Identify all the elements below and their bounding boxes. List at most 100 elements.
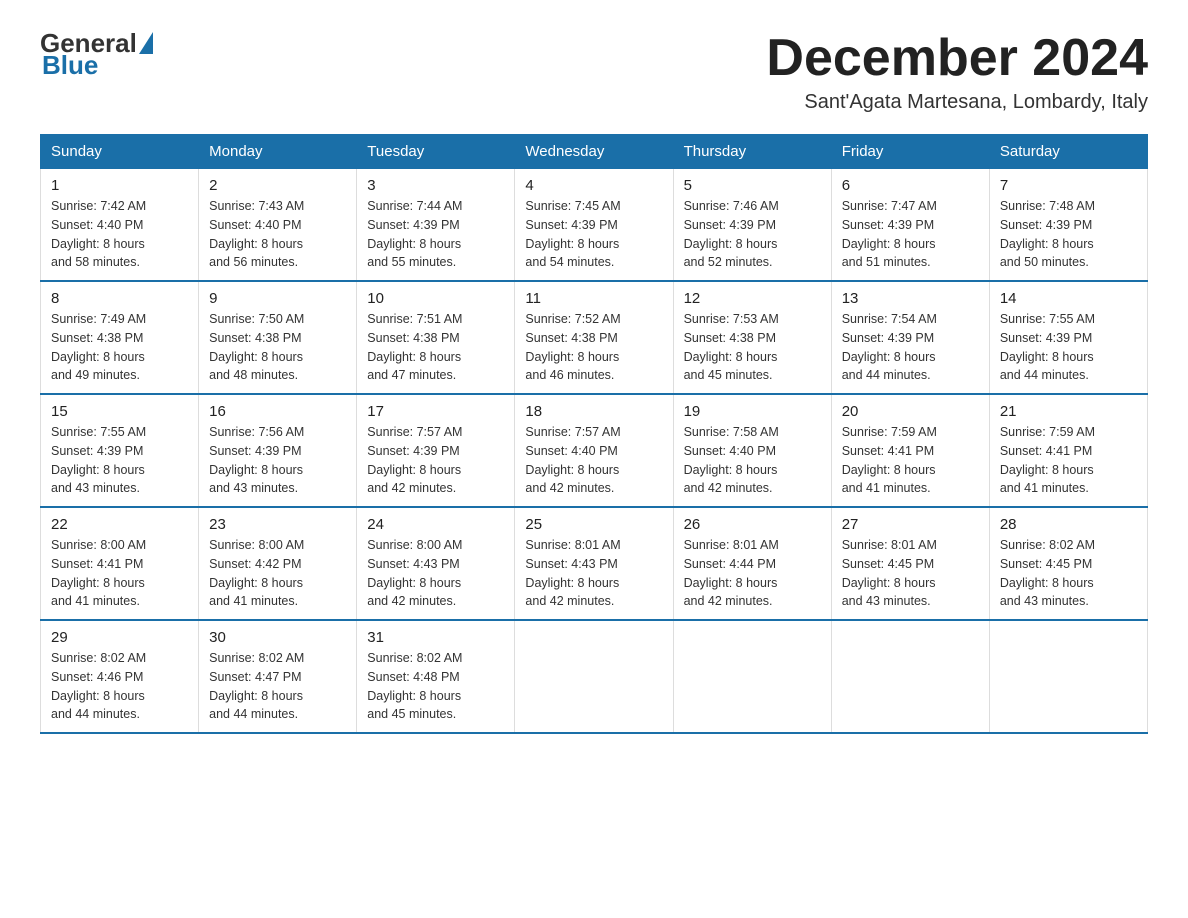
day-number: 2 xyxy=(209,177,346,194)
day-info: Sunrise: 7:49 AM Sunset: 4:38 PM Dayligh… xyxy=(51,310,188,385)
day-number: 8 xyxy=(51,290,188,307)
calendar-week-5: 29 Sunrise: 8:02 AM Sunset: 4:46 PM Dayl… xyxy=(41,620,1148,733)
day-number: 10 xyxy=(367,290,504,307)
day-info: Sunrise: 7:43 AM Sunset: 4:40 PM Dayligh… xyxy=(209,197,346,272)
day-number: 28 xyxy=(1000,516,1137,533)
day-number: 6 xyxy=(842,177,979,194)
day-number: 5 xyxy=(684,177,821,194)
day-number: 25 xyxy=(525,516,662,533)
header-friday: Friday xyxy=(831,135,989,169)
calendar-cell-w3-d5: 20 Sunrise: 7:59 AM Sunset: 4:41 PM Dayl… xyxy=(831,394,989,507)
day-info: Sunrise: 7:47 AM Sunset: 4:39 PM Dayligh… xyxy=(842,197,979,272)
day-number: 31 xyxy=(367,629,504,646)
day-info: Sunrise: 8:02 AM Sunset: 4:46 PM Dayligh… xyxy=(51,649,188,724)
calendar-header-row: Sunday Monday Tuesday Wednesday Thursday… xyxy=(41,135,1148,169)
day-info: Sunrise: 8:01 AM Sunset: 4:45 PM Dayligh… xyxy=(842,536,979,611)
day-number: 27 xyxy=(842,516,979,533)
day-info: Sunrise: 8:00 AM Sunset: 4:43 PM Dayligh… xyxy=(367,536,504,611)
calendar-cell-w4-d6: 28 Sunrise: 8:02 AM Sunset: 4:45 PM Dayl… xyxy=(989,507,1147,620)
header-thursday: Thursday xyxy=(673,135,831,169)
day-info: Sunrise: 7:59 AM Sunset: 4:41 PM Dayligh… xyxy=(1000,423,1137,498)
header-saturday: Saturday xyxy=(989,135,1147,169)
calendar-cell-w4-d4: 26 Sunrise: 8:01 AM Sunset: 4:44 PM Dayl… xyxy=(673,507,831,620)
logo-triangle-icon xyxy=(139,32,153,54)
calendar-cell-w5-d5 xyxy=(831,620,989,733)
day-number: 4 xyxy=(525,177,662,194)
calendar-cell-w3-d4: 19 Sunrise: 7:58 AM Sunset: 4:40 PM Dayl… xyxy=(673,394,831,507)
day-number: 12 xyxy=(684,290,821,307)
calendar-cell-w2-d1: 9 Sunrise: 7:50 AM Sunset: 4:38 PM Dayli… xyxy=(199,281,357,394)
day-number: 14 xyxy=(1000,290,1137,307)
day-number: 23 xyxy=(209,516,346,533)
day-number: 22 xyxy=(51,516,188,533)
calendar-cell-w1-d0: 1 Sunrise: 7:42 AM Sunset: 4:40 PM Dayli… xyxy=(41,169,199,282)
day-info: Sunrise: 7:54 AM Sunset: 4:39 PM Dayligh… xyxy=(842,310,979,385)
page-header: General Blue December 2024 Sant'Agata Ma… xyxy=(40,30,1148,114)
calendar-cell-w5-d6 xyxy=(989,620,1147,733)
logo-blue-text: Blue xyxy=(42,52,98,78)
day-number: 7 xyxy=(1000,177,1137,194)
title-section: December 2024 Sant'Agata Martesana, Lomb… xyxy=(766,30,1148,114)
day-info: Sunrise: 8:02 AM Sunset: 4:45 PM Dayligh… xyxy=(1000,536,1137,611)
calendar-cell-w5-d0: 29 Sunrise: 8:02 AM Sunset: 4:46 PM Dayl… xyxy=(41,620,199,733)
day-number: 9 xyxy=(209,290,346,307)
day-number: 3 xyxy=(367,177,504,194)
day-number: 16 xyxy=(209,403,346,420)
calendar-cell-w1-d6: 7 Sunrise: 7:48 AM Sunset: 4:39 PM Dayli… xyxy=(989,169,1147,282)
day-number: 26 xyxy=(684,516,821,533)
calendar-week-1: 1 Sunrise: 7:42 AM Sunset: 4:40 PM Dayli… xyxy=(41,169,1148,282)
day-number: 20 xyxy=(842,403,979,420)
day-number: 19 xyxy=(684,403,821,420)
day-number: 15 xyxy=(51,403,188,420)
calendar-week-4: 22 Sunrise: 8:00 AM Sunset: 4:41 PM Dayl… xyxy=(41,507,1148,620)
calendar-cell-w4-d1: 23 Sunrise: 8:00 AM Sunset: 4:42 PM Dayl… xyxy=(199,507,357,620)
calendar-cell-w3-d0: 15 Sunrise: 7:55 AM Sunset: 4:39 PM Dayl… xyxy=(41,394,199,507)
day-info: Sunrise: 7:51 AM Sunset: 4:38 PM Dayligh… xyxy=(367,310,504,385)
day-info: Sunrise: 7:55 AM Sunset: 4:39 PM Dayligh… xyxy=(51,423,188,498)
day-info: Sunrise: 8:02 AM Sunset: 4:48 PM Dayligh… xyxy=(367,649,504,724)
day-info: Sunrise: 7:57 AM Sunset: 4:39 PM Dayligh… xyxy=(367,423,504,498)
header-wednesday: Wednesday xyxy=(515,135,673,169)
day-info: Sunrise: 7:50 AM Sunset: 4:38 PM Dayligh… xyxy=(209,310,346,385)
day-info: Sunrise: 7:48 AM Sunset: 4:39 PM Dayligh… xyxy=(1000,197,1137,272)
month-year-title: December 2024 xyxy=(766,30,1148,87)
calendar-cell-w1-d2: 3 Sunrise: 7:44 AM Sunset: 4:39 PM Dayli… xyxy=(357,169,515,282)
day-number: 24 xyxy=(367,516,504,533)
day-info: Sunrise: 7:57 AM Sunset: 4:40 PM Dayligh… xyxy=(525,423,662,498)
calendar-cell-w4-d3: 25 Sunrise: 8:01 AM Sunset: 4:43 PM Dayl… xyxy=(515,507,673,620)
day-info: Sunrise: 7:42 AM Sunset: 4:40 PM Dayligh… xyxy=(51,197,188,272)
day-info: Sunrise: 7:46 AM Sunset: 4:39 PM Dayligh… xyxy=(684,197,821,272)
day-info: Sunrise: 7:53 AM Sunset: 4:38 PM Dayligh… xyxy=(684,310,821,385)
day-info: Sunrise: 7:58 AM Sunset: 4:40 PM Dayligh… xyxy=(684,423,821,498)
calendar-cell-w4-d0: 22 Sunrise: 8:00 AM Sunset: 4:41 PM Dayl… xyxy=(41,507,199,620)
calendar-cell-w1-d5: 6 Sunrise: 7:47 AM Sunset: 4:39 PM Dayli… xyxy=(831,169,989,282)
calendar-cell-w5-d1: 30 Sunrise: 8:02 AM Sunset: 4:47 PM Dayl… xyxy=(199,620,357,733)
day-number: 1 xyxy=(51,177,188,194)
calendar-cell-w5-d3 xyxy=(515,620,673,733)
calendar-cell-w3-d6: 21 Sunrise: 7:59 AM Sunset: 4:41 PM Dayl… xyxy=(989,394,1147,507)
day-info: Sunrise: 7:55 AM Sunset: 4:39 PM Dayligh… xyxy=(1000,310,1137,385)
header-sunday: Sunday xyxy=(41,135,199,169)
day-number: 18 xyxy=(525,403,662,420)
calendar-cell-w2-d5: 13 Sunrise: 7:54 AM Sunset: 4:39 PM Dayl… xyxy=(831,281,989,394)
calendar-cell-w3-d3: 18 Sunrise: 7:57 AM Sunset: 4:40 PM Dayl… xyxy=(515,394,673,507)
calendar-cell-w3-d2: 17 Sunrise: 7:57 AM Sunset: 4:39 PM Dayl… xyxy=(357,394,515,507)
day-info: Sunrise: 8:00 AM Sunset: 4:41 PM Dayligh… xyxy=(51,536,188,611)
logo: General Blue xyxy=(40,30,155,78)
calendar-cell-w4-d5: 27 Sunrise: 8:01 AM Sunset: 4:45 PM Dayl… xyxy=(831,507,989,620)
day-number: 17 xyxy=(367,403,504,420)
calendar-table: Sunday Monday Tuesday Wednesday Thursday… xyxy=(40,134,1148,734)
calendar-week-2: 8 Sunrise: 7:49 AM Sunset: 4:38 PM Dayli… xyxy=(41,281,1148,394)
day-info: Sunrise: 8:01 AM Sunset: 4:44 PM Dayligh… xyxy=(684,536,821,611)
calendar-cell-w2-d4: 12 Sunrise: 7:53 AM Sunset: 4:38 PM Dayl… xyxy=(673,281,831,394)
calendar-cell-w3-d1: 16 Sunrise: 7:56 AM Sunset: 4:39 PM Dayl… xyxy=(199,394,357,507)
day-number: 21 xyxy=(1000,403,1137,420)
calendar-cell-w4-d2: 24 Sunrise: 8:00 AM Sunset: 4:43 PM Dayl… xyxy=(357,507,515,620)
header-tuesday: Tuesday xyxy=(357,135,515,169)
day-info: Sunrise: 8:00 AM Sunset: 4:42 PM Dayligh… xyxy=(209,536,346,611)
calendar-cell-w1-d4: 5 Sunrise: 7:46 AM Sunset: 4:39 PM Dayli… xyxy=(673,169,831,282)
day-info: Sunrise: 7:56 AM Sunset: 4:39 PM Dayligh… xyxy=(209,423,346,498)
calendar-cell-w2-d6: 14 Sunrise: 7:55 AM Sunset: 4:39 PM Dayl… xyxy=(989,281,1147,394)
day-info: Sunrise: 7:52 AM Sunset: 4:38 PM Dayligh… xyxy=(525,310,662,385)
location-subtitle: Sant'Agata Martesana, Lombardy, Italy xyxy=(766,91,1148,114)
